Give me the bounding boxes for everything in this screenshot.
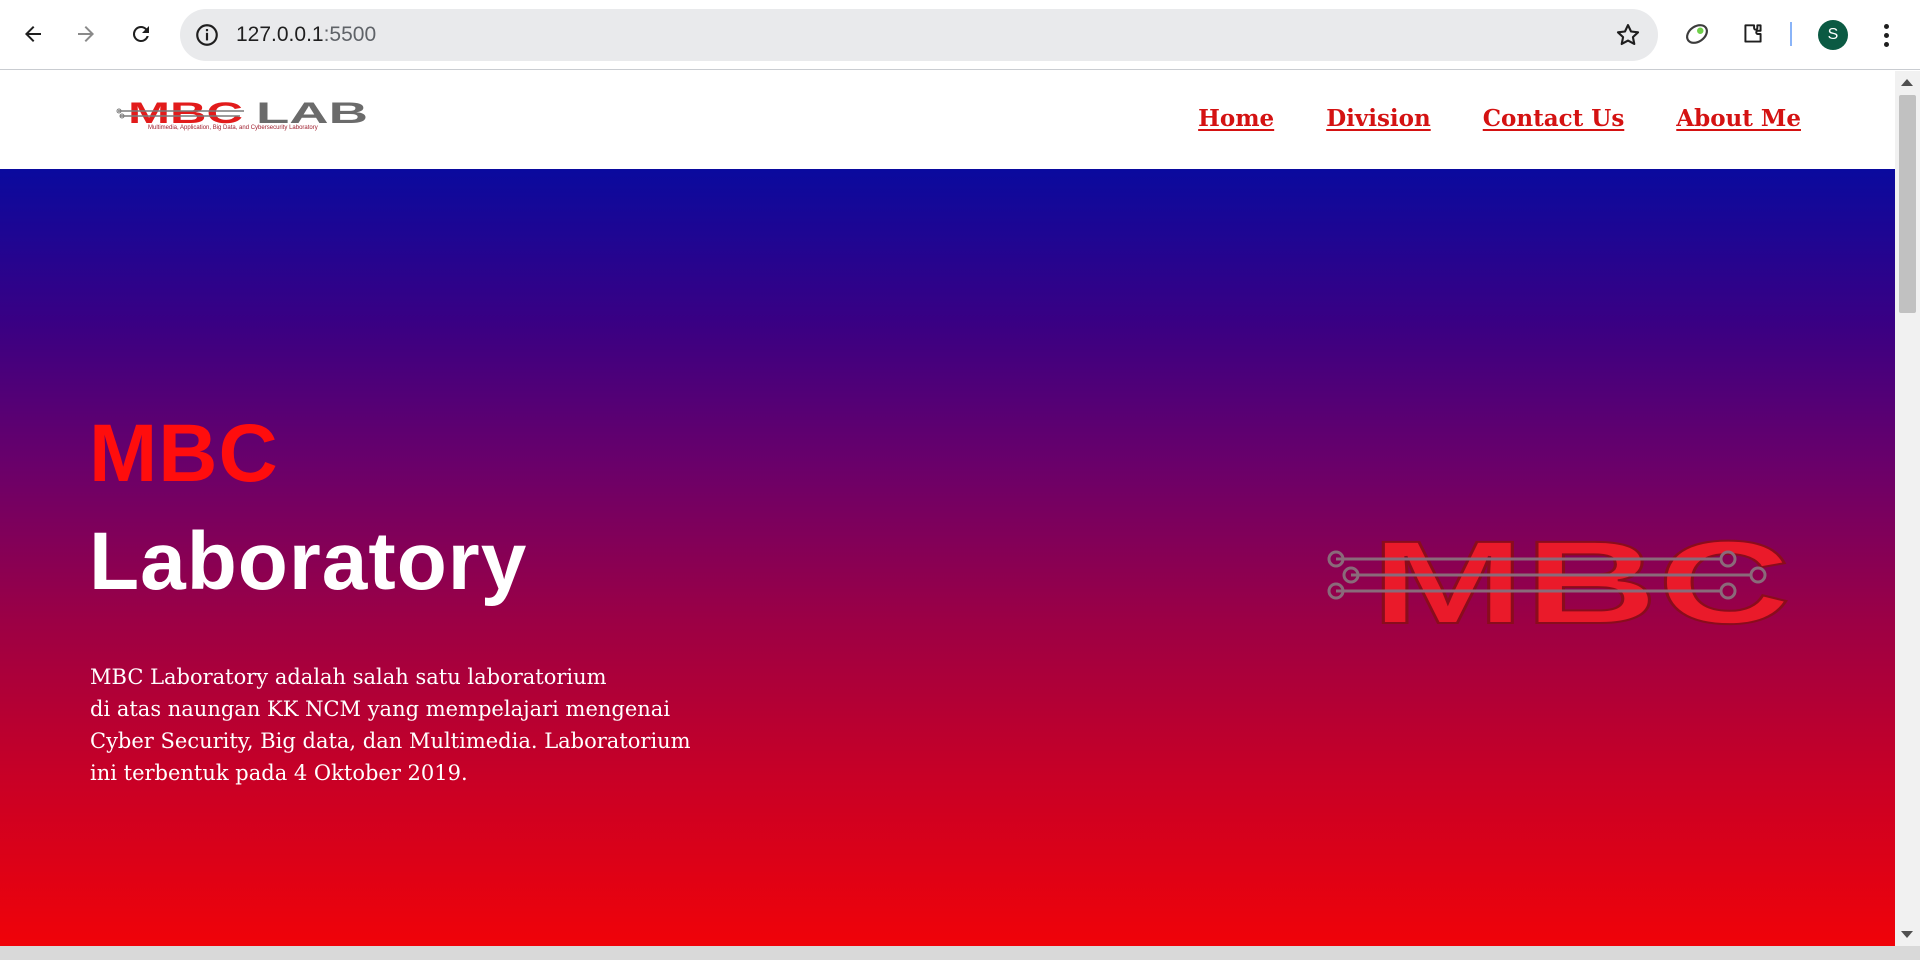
reload-button[interactable] — [121, 14, 161, 54]
nav-division-link[interactable]: Division — [1326, 105, 1431, 132]
page-scrollbar[interactable] — [1895, 71, 1920, 946]
extensions-puzzle-icon — [1744, 24, 1762, 43]
hero-description-line: Cyber Security, Big data, dan Multimedia… — [90, 729, 691, 753]
hero-logo-text: MBC — [1371, 517, 1791, 637]
toolbar-divider — [1790, 22, 1792, 46]
main-nav: Home Division Contact Us About Me — [1198, 105, 1801, 132]
nav-contact-link[interactable]: Contact Us — [1483, 105, 1625, 132]
lens-extension-button[interactable] — [1679, 16, 1715, 52]
url-port: :5500 — [323, 23, 377, 46]
back-button[interactable] — [13, 14, 53, 54]
hero-mbc-logo: MBC — [1327, 516, 1792, 637]
forward-button[interactable] — [66, 14, 106, 54]
back-arrow-icon — [25, 26, 41, 42]
profile-avatar[interactable]: S — [1818, 20, 1848, 50]
hero-title: MBC — [89, 408, 279, 499]
reload-icon — [132, 25, 149, 42]
nav-about-link[interactable]: About Me — [1676, 105, 1801, 132]
scroll-down-arrow-icon[interactable] — [1901, 931, 1913, 938]
mbc-lab-logo[interactable]: MBC LAB Multimedia, Application, Big Dat… — [116, 96, 376, 136]
extensions-button[interactable] — [1735, 16, 1771, 52]
scrollbar-thumb[interactable] — [1899, 95, 1916, 313]
url-host: 127.0.0.1 — [236, 23, 324, 46]
site-info-icon[interactable] — [194, 22, 220, 48]
hero-description: MBC Laboratory adalah salah satu laborat… — [90, 661, 750, 789]
hero-description-line: MBC Laboratory adalah salah satu laborat… — [90, 665, 607, 689]
more-menu-icon[interactable] — [1872, 18, 1900, 52]
bookmark-star-icon[interactable] — [1614, 21, 1642, 49]
page-viewport: MBC LAB Multimedia, Application, Big Dat… — [0, 71, 1895, 946]
logo-tagline: Multimedia, Application, Big Data, and C… — [148, 125, 318, 131]
window-bottom-edge — [0, 946, 1920, 960]
site-header: MBC LAB Multimedia, Application, Big Dat… — [0, 71, 1895, 169]
forward-arrow-icon — [78, 26, 94, 42]
url-text[interactable]: 127.0.0.1:5500 — [236, 22, 376, 48]
google-lens-extension-icon — [1686, 24, 1708, 44]
hero-section: MBC Laboratory MBC Laboratory adalah sal… — [0, 169, 1895, 946]
browser-toolbar: 127.0.0.1:5500 S — [0, 0, 1920, 70]
address-bar[interactable]: 127.0.0.1:5500 — [180, 9, 1658, 61]
profile-initial: S — [1827, 26, 1839, 43]
hero-description-line: di atas naungan KK NCM yang mempelajari … — [90, 697, 671, 721]
scroll-up-arrow-icon[interactable] — [1901, 79, 1913, 86]
nav-home-link[interactable]: Home — [1198, 105, 1274, 132]
hero-description-line: ini terbentuk pada 4 Oktober 2019. — [90, 761, 468, 785]
hero-subtitle: Laboratory — [89, 516, 528, 607]
